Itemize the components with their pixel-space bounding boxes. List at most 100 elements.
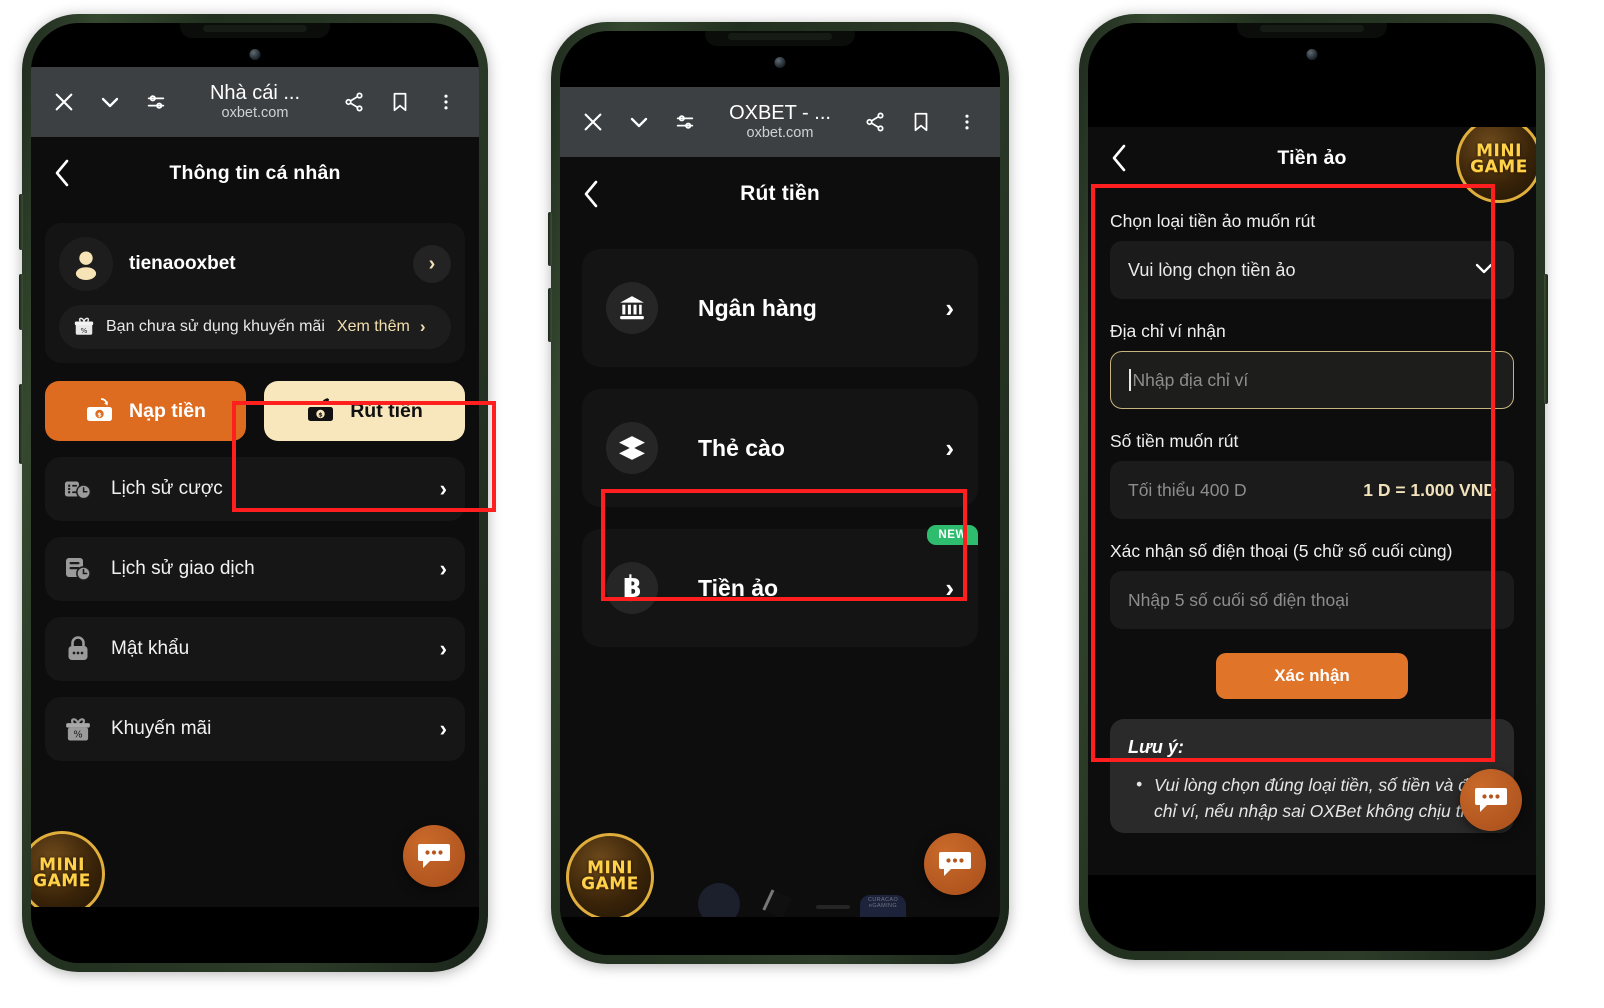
method-label: Ngân hàng: [698, 294, 817, 321]
profile-row[interactable]: tienaooxbet ›: [59, 237, 451, 291]
svg-text:$: $: [318, 411, 323, 419]
volume-up-button-2[interactable]: [548, 212, 552, 266]
chat-bubble-icon: [418, 844, 450, 868]
svg-text:$: $: [97, 411, 102, 419]
chevron-right-icon: ›: [945, 573, 954, 603]
bet-history-icon: [63, 474, 93, 504]
volume-down-button[interactable]: [19, 274, 23, 330]
scratch-card-icon: [606, 422, 658, 474]
chevron-down-icon: [1472, 256, 1496, 285]
chevron-down-icon[interactable]: [87, 79, 133, 125]
chat-support-button-2[interactable]: [924, 833, 986, 895]
page-info-icon[interactable]: [133, 79, 179, 125]
bank-icon: [606, 282, 658, 334]
phone-device-1: Nhà cái ... oxbet.com Thông tin cá nhân …: [19, 14, 488, 972]
share-icon[interactable]: [852, 99, 898, 145]
wallet-address-placeholder: Nhập địa chỉ ví: [1132, 369, 1249, 390]
more-vertical-icon[interactable]: [944, 99, 990, 145]
svg-text:%: %: [73, 730, 82, 741]
wallet-address-input[interactable]: Nhập địa chỉ ví: [1110, 351, 1514, 409]
gift-percent-icon: %: [74, 317, 94, 335]
more-vertical-icon[interactable]: [423, 79, 469, 125]
browser-title-block-2: OXBET - ... oxbet.com: [708, 103, 852, 141]
chat-support-button-1[interactable]: [403, 825, 465, 887]
bookmark-icon[interactable]: [898, 99, 944, 145]
minigame-logo-1[interactable]: MINI GAME: [31, 831, 105, 907]
power-button-3[interactable]: [1544, 274, 1548, 404]
mute-switch[interactable]: [19, 384, 23, 464]
browser-title-block-1: Nhà cái ... oxbet.com: [179, 83, 331, 121]
note-list: Vui lòng chọn đúng loại tiền, số tiền và…: [1136, 771, 1496, 825]
volume-down-button-2[interactable]: [548, 288, 552, 342]
menu-item-bet-history[interactable]: Lịch sử cược ›: [45, 457, 465, 521]
minigame-logo-2[interactable]: MINI GAME: [566, 833, 654, 917]
menu-item-promotions[interactable]: % Khuyến mãi ›: [45, 697, 465, 761]
front-camera-2: [774, 57, 786, 68]
front-camera-3: [1306, 49, 1318, 60]
chevron-right-icon: ›: [439, 476, 447, 501]
menu-item-password[interactable]: Mật khẩu ›: [45, 617, 465, 681]
chevron-right-icon: ›: [439, 556, 447, 581]
promo-text: Bạn chưa sử dụng khuyến mãi: [106, 318, 325, 335]
browser-page-url: oxbet.com: [746, 124, 814, 141]
phone-device-3: Tiền ảo Chọn loại tiền ảo muốn rút Vui l…: [1079, 14, 1548, 960]
chevron-down-icon[interactable]: [616, 99, 662, 145]
back-button-1[interactable]: [47, 158, 77, 188]
withdraw-icon: $: [308, 398, 334, 421]
minigame-line2: GAME: [1470, 157, 1528, 177]
svg-text:%: %: [81, 326, 88, 335]
page-title: Thông tin cá nhân: [169, 161, 341, 184]
earpiece-speaker-1: [203, 25, 307, 32]
back-button-2[interactable]: [576, 179, 606, 209]
phone-field-label: Xác nhận số điện thoại (5 chữ số cuối cù…: [1110, 541, 1453, 561]
withdraw-button-label: Rút tiền: [350, 399, 423, 422]
withdraw-method-list: Ngân hàng › Thẻ cào › NEW B Tiền ảo ›: [560, 231, 1000, 647]
chevron-right-icon: ›: [945, 293, 954, 323]
profile-detail-chevron[interactable]: ›: [413, 245, 451, 283]
minigame-line2: GAME: [33, 871, 91, 891]
amount-field-label: Số tiền muốn rút: [1110, 431, 1239, 451]
back-button-3[interactable]: [1104, 143, 1134, 173]
deposit-button[interactable]: $ Nạp tiền: [45, 381, 246, 441]
page-info-icon[interactable]: [662, 99, 708, 145]
menu-item-label: Mật khẩu: [111, 638, 190, 659]
promo-link[interactable]: Xem thêm: [337, 318, 410, 336]
currency-field-label: Chọn loại tiền ảo muốn rút: [1110, 211, 1316, 231]
text-caret: [1129, 369, 1131, 391]
screen-withdraw-methods: OXBET - ... oxbet.com Rút tiền Ngân hàng…: [560, 87, 1000, 917]
svg-text:B: B: [622, 574, 642, 603]
method-row-scratch-card[interactable]: Thẻ cào ›: [582, 389, 978, 507]
currency-select[interactable]: Vui lòng chọn tiền ảo: [1110, 241, 1514, 299]
menu-item-transaction-history[interactable]: Lịch sử giao dịch ›: [45, 537, 465, 601]
screen-profile: Nhà cái ... oxbet.com Thông tin cá nhân …: [31, 67, 479, 907]
chat-bubble-icon: [939, 852, 971, 876]
volume-up-button[interactable]: [19, 194, 23, 250]
screenshot-root: Nhà cái ... oxbet.com Thông tin cá nhân …: [0, 0, 1604, 1008]
phone-confirm-input[interactable]: Nhập 5 số cuối số điện thoại: [1110, 571, 1514, 629]
chat-support-button-3[interactable]: [1460, 769, 1522, 831]
confirm-button[interactable]: Xác nhận: [1216, 653, 1408, 699]
method-label: Thẻ cào: [698, 434, 785, 461]
withdraw-button[interactable]: $ Rút tiền: [264, 381, 465, 441]
share-icon[interactable]: [331, 79, 377, 125]
method-row-crypto[interactable]: NEW B Tiền ảo ›: [582, 525, 978, 647]
chevron-right-icon: ›: [439, 716, 447, 741]
promo-chevron-icon: ›: [419, 317, 426, 336]
earpiece-speaker-2: [728, 33, 832, 40]
bookmark-icon[interactable]: [377, 79, 423, 125]
front-camera-1: [249, 49, 261, 60]
close-icon[interactable]: [570, 99, 616, 145]
transaction-history-icon: [63, 554, 93, 584]
chat-bubble-icon: [1475, 788, 1507, 812]
profile-body: tienaooxbet › % Bạn chưa sử dụng khuyến …: [31, 209, 479, 761]
close-icon[interactable]: [41, 79, 87, 125]
method-row-bank[interactable]: Ngân hàng ›: [582, 249, 978, 367]
profile-menu-list: Lịch sử cược › Lịch sử giao dịch › Mật k…: [45, 457, 465, 761]
amount-input[interactable]: Tối thiểu 400 D 1 D = 1.000 VND: [1110, 461, 1514, 519]
profile-card: tienaooxbet › % Bạn chưa sử dụng khuyến …: [45, 223, 465, 363]
note-title: Lưu ý:: [1128, 737, 1184, 757]
exchange-rate-label: 1 D = 1.000 VND: [1363, 479, 1496, 500]
promo-banner[interactable]: % Bạn chưa sử dụng khuyến mãi Xem thêm ›: [59, 305, 451, 349]
chevron-right-icon: ›: [439, 636, 447, 661]
menu-item-label: Lịch sử giao dịch: [111, 558, 255, 579]
